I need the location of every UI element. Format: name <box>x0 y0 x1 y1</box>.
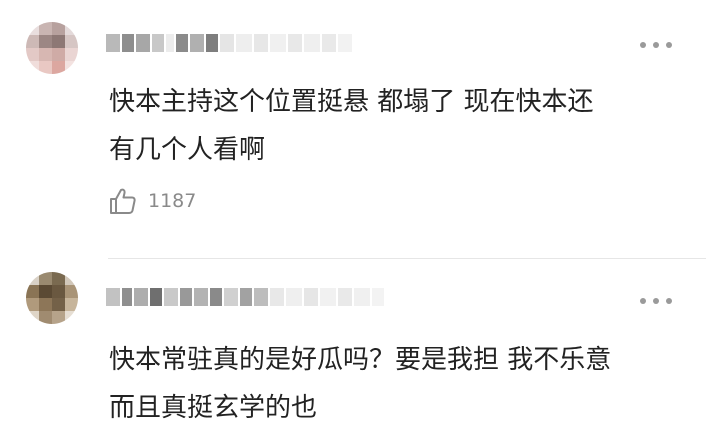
comment-text-line: 而且真挺玄学的也 <box>109 393 318 423</box>
more-dots-icon[interactable] <box>640 292 672 310</box>
comment-text: 快本常驻真的是好瓜吗？要是我担 我不乐意 而且真挺玄学的也 <box>109 336 699 432</box>
username-blurred[interactable] <box>106 32 352 54</box>
username-blurred[interactable] <box>106 286 384 308</box>
comment-text-line: 快本常驻真的是好瓜吗？要是我担 我不乐意 <box>109 345 612 375</box>
like-count: 1187 <box>148 190 197 212</box>
more-dots-icon[interactable] <box>640 36 672 54</box>
comment-text-line: 快本主持这个位置挺悬 都塌了 现在快本还 <box>109 87 594 117</box>
thumbs-up-icon <box>110 188 136 214</box>
comment-item: 快本常驻真的是好瓜吗？要是我担 我不乐意 而且真挺玄学的也 <box>0 258 706 441</box>
comment-feed: 快本主持这个位置挺悬 都塌了 现在快本还 有几个人看啊 1187 快本常驻真的是… <box>0 0 706 441</box>
comment-text-line: 有几个人看啊 <box>109 135 266 165</box>
avatar[interactable] <box>26 22 78 74</box>
comment-text: 快本主持这个位置挺悬 都塌了 现在快本还 有几个人看啊 <box>109 78 699 174</box>
like-button[interactable]: 1187 <box>108 186 196 216</box>
comment-item: 快本主持这个位置挺悬 都塌了 现在快本还 有几个人看啊 1187 <box>0 0 706 258</box>
avatar[interactable] <box>26 272 78 324</box>
